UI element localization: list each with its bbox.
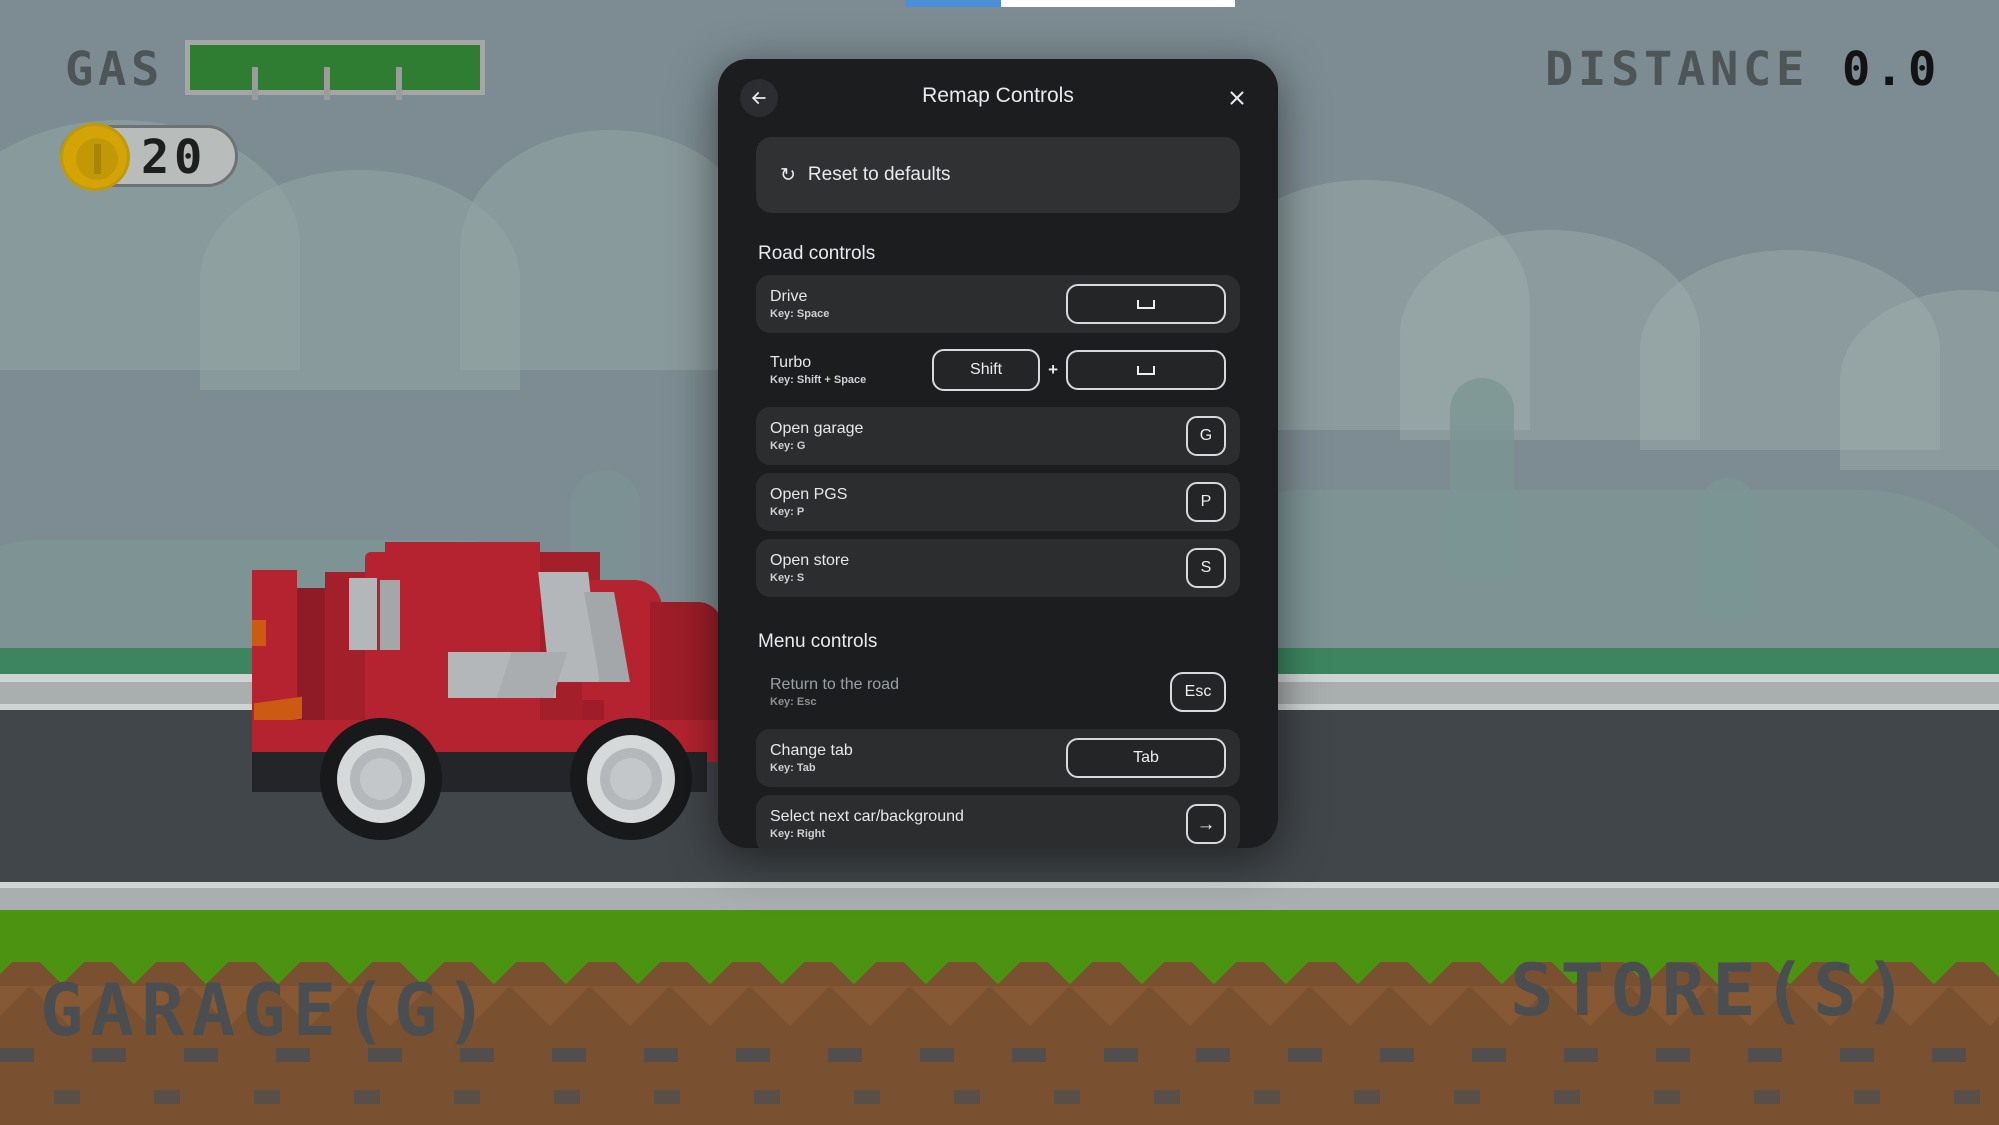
keycap-button[interactable]: Esc	[1170, 672, 1226, 712]
control-label: Drive	[770, 288, 808, 306]
keycap-group: Shift +	[932, 349, 1226, 391]
remap-controls-dialog: Remap Controls ↻ Reset to defaults Road …	[718, 59, 1278, 848]
keycap-group	[1066, 284, 1226, 324]
control-key-text: Key: Space	[770, 307, 830, 320]
control-label: Open PGS	[770, 486, 848, 504]
control-row[interactable]: Open garage Key: G G	[756, 407, 1240, 465]
keycap-group: →	[1186, 804, 1226, 844]
control-key-text: Key: Shift + Space	[770, 373, 867, 386]
control-label: Open garage	[770, 420, 864, 438]
control-row[interactable]: Change tab Key: Tab Tab	[756, 729, 1240, 787]
plus-separator: +	[1048, 360, 1058, 379]
control-row-text: Drive Key: Space	[770, 288, 829, 320]
control-row-text: Open PGS Key: P	[770, 486, 847, 518]
keycap-label: Esc	[1184, 683, 1212, 700]
keycap-group: G	[1186, 416, 1226, 456]
refresh-icon: ↻	[780, 164, 796, 186]
control-label: Open store	[770, 552, 850, 570]
control-sections: Road controls Drive Key: Space Turbo Key: Sh…	[756, 243, 1240, 848]
loading-bar	[905, 0, 1235, 7]
control-row-text: Open store Key: S	[770, 552, 849, 584]
keycap-label: Shift	[970, 361, 1003, 378]
control-label: Change tab	[770, 742, 853, 760]
control-row-text: Select next car/background Key: Right	[770, 808, 964, 840]
keycap-button[interactable]	[1066, 284, 1226, 324]
close-glyph	[1230, 91, 1244, 105]
reset-to-defaults-label: Reset to defaults	[807, 164, 951, 185]
keycap-button[interactable]: Shift	[932, 349, 1041, 391]
control-row[interactable]: Open PGS Key: P P	[756, 473, 1240, 531]
dialog-title: Remap Controls	[922, 84, 1074, 107]
keycap-label: P	[1200, 493, 1212, 510]
control-row-text: Return to the road Key: Esc	[770, 676, 899, 708]
keycap-button[interactable]: Tab	[1066, 738, 1226, 778]
control-key-text: Key: P	[770, 505, 805, 518]
control-key-text: Key: S	[770, 571, 805, 584]
arrow-right-icon: →	[1196, 813, 1216, 835]
control-key-text: Key: Tab	[770, 761, 816, 774]
section-title: Menu controls	[758, 631, 878, 652]
section-title: Road controls	[758, 243, 876, 264]
control-row-text: Turbo Key: Shift + Space	[770, 354, 866, 386]
keycap-button[interactable]: S	[1186, 548, 1226, 588]
dialog-body: ↻ Reset to defaults Road controls Drive Ke…	[718, 137, 1278, 848]
loading-bar-fill	[905, 0, 1001, 7]
keycap-button[interactable]: G	[1186, 416, 1226, 456]
keycap-label: Tab	[1133, 749, 1159, 766]
keycap-group: S	[1186, 548, 1226, 588]
control-label: Select next car/background	[770, 808, 964, 826]
control-label: Turbo	[770, 354, 812, 372]
keycap-group: P	[1186, 482, 1226, 522]
control-row[interactable]: Open store Key: S S	[756, 539, 1240, 597]
control-row-text: Change tab Key: Tab	[770, 742, 853, 774]
space-key-icon	[1137, 299, 1155, 309]
control-row[interactable]: Select next car/background Key: Right →	[756, 795, 1240, 848]
keycap-button[interactable]: P	[1186, 482, 1226, 522]
keycap-group: Esc	[1170, 672, 1226, 712]
reset-to-defaults-button[interactable]: ↻ Reset to defaults	[756, 137, 1240, 213]
control-row[interactable]: Return to the road Key: Esc Esc	[756, 663, 1240, 721]
control-row[interactable]: Drive Key: Space	[756, 275, 1240, 333]
control-key-text: Key: G	[770, 439, 806, 452]
control-key-text: Key: Right	[770, 827, 825, 840]
keycap-label: S	[1200, 559, 1212, 576]
keycap-button[interactable]	[1066, 350, 1226, 390]
dialog-header: Remap Controls	[718, 59, 1278, 137]
close-icon[interactable]	[1218, 79, 1256, 117]
keycap-button[interactable]: →	[1186, 804, 1226, 844]
control-label: Return to the road	[770, 676, 899, 694]
keycap-label: G	[1199, 427, 1213, 444]
control-row-text: Open garage Key: G	[770, 420, 863, 452]
space-key-icon	[1137, 365, 1155, 375]
keycap-group: Tab	[1066, 738, 1226, 778]
control-row[interactable]: Turbo Key: Shift + Space Shift +	[756, 341, 1240, 399]
control-key-text: Key: Esc	[770, 695, 817, 708]
